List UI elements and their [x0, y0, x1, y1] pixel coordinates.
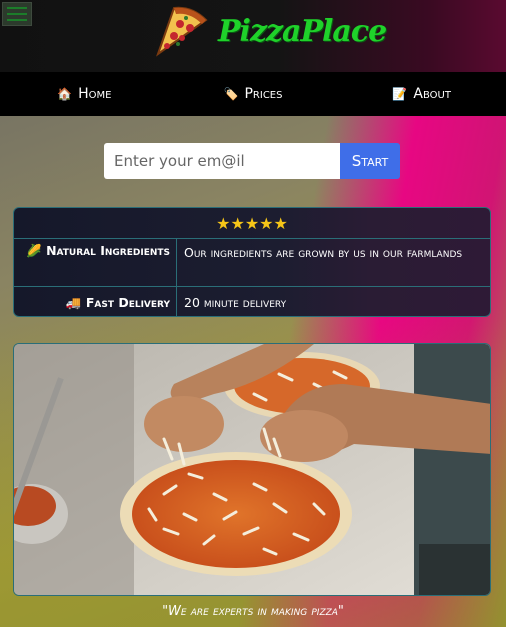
memo-icon: 📝 [392, 87, 408, 101]
nav-prices-label: Prices [244, 86, 283, 102]
nav-about-label: About [413, 86, 451, 102]
hamburger-menu-icon[interactable] [2, 2, 32, 26]
price-tag-icon: 🏷️ [223, 87, 239, 101]
hero-image-pizza-making [13, 343, 491, 596]
logo[interactable]: PizzaPlace [152, 2, 387, 58]
pizza-slice-icon [156, 6, 208, 57]
nav-home[interactable]: 🏠 Home [0, 86, 169, 102]
home-icon: 🏠 [57, 87, 73, 101]
feature-title-text: Fast Delivery [85, 295, 170, 310]
corn-icon: 🌽 [26, 243, 42, 258]
brand-name: PizzaPlace [218, 14, 387, 49]
email-field[interactable] [104, 143, 340, 179]
feature-title: 🚚 Fast Delivery [14, 287, 177, 316]
pizza-making-illustration [14, 344, 490, 595]
nav-home-label: Home [78, 86, 112, 102]
rating-stars: ★★★★★ [14, 208, 490, 239]
feature-title: 🌽 Natural Ingredients [14, 239, 177, 286]
email-signup-form: Start [104, 143, 400, 179]
feature-description: Our ingredients are grown by us in our f… [184, 245, 463, 260]
nav-about[interactable]: 📝 About [337, 86, 506, 102]
site-header: PizzaPlace [0, 0, 506, 72]
feature-row: 🚚 Fast Delivery 20 minute delivery [14, 287, 490, 316]
features-table: ★★★★★ 🌽 Natural Ingredients Our ingredie… [13, 207, 491, 317]
feature-description: 20 minute delivery [184, 295, 287, 310]
nav-prices[interactable]: 🏷️ Prices [169, 86, 338, 102]
delivery-truck-icon: 🚚 [65, 295, 82, 310]
hero-caption: "We are experts in making pizza" [162, 604, 344, 619]
feature-title-text: Natural Ingredients [46, 243, 170, 258]
main-nav: 🏠 Home 🏷️ Prices 📝 About [0, 72, 506, 116]
start-button[interactable]: Start [340, 143, 400, 179]
feature-row: 🌽 Natural Ingredients Our ingredients ar… [14, 239, 490, 287]
